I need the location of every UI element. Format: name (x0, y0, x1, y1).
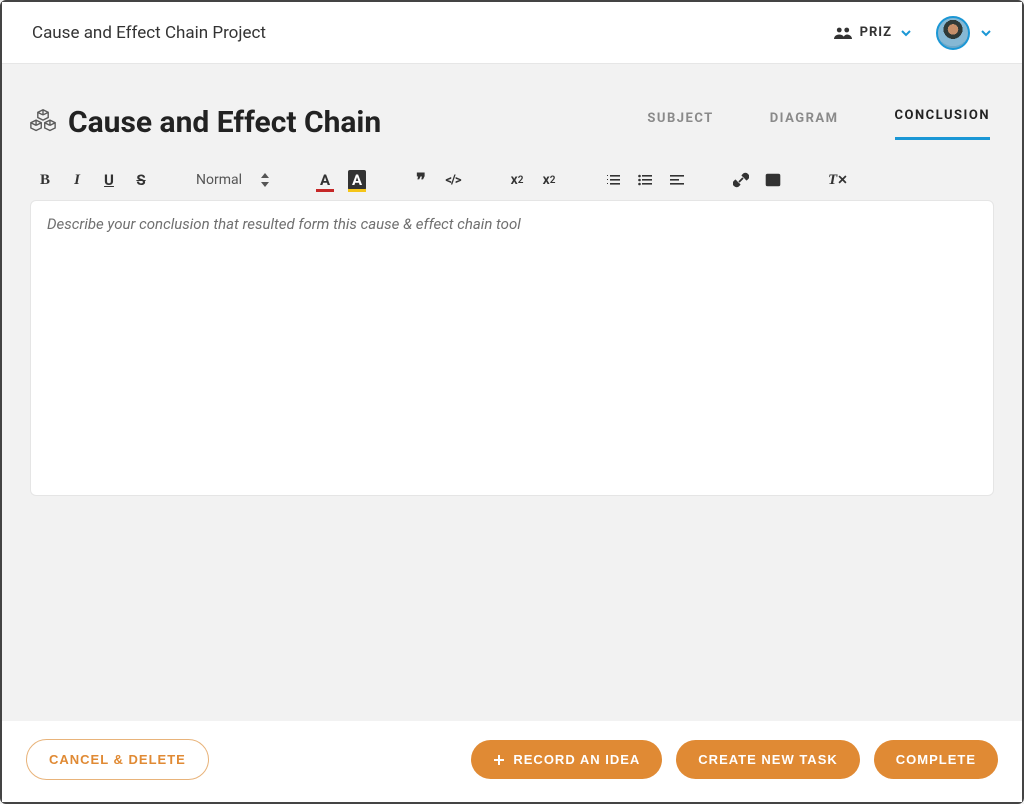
record-idea-label: RECORD AN IDEA (513, 752, 640, 767)
cancel-delete-button[interactable]: CANCEL & DELETE (26, 739, 209, 780)
project-title: Cause and Effect Chain Project (32, 23, 834, 43)
image-icon[interactable] (764, 170, 782, 190)
page-title: Cause and Effect Chain (68, 105, 635, 140)
chevron-down-icon (900, 27, 912, 39)
plus-icon (493, 754, 505, 766)
bold-icon[interactable]: B (36, 170, 54, 190)
editor-placeholder: Describe your conclusion that resulted f… (47, 215, 977, 233)
tab-subject[interactable]: SUBJECT (647, 111, 713, 140)
editor-textarea[interactable]: Describe your conclusion that resulted f… (30, 200, 994, 496)
align-icon[interactable] (668, 170, 686, 190)
workspace-label: PRIZ (860, 25, 892, 40)
avatar (936, 16, 970, 50)
app-header: Cause and Effect Chain Project PRIZ (2, 2, 1022, 64)
tab-bar: SUBJECT DIAGRAM CONCLUSION (647, 84, 990, 140)
strike-icon[interactable]: S (132, 170, 150, 190)
code-icon[interactable]: </> (444, 170, 462, 190)
create-task-button[interactable]: CREATE NEW TASK (676, 740, 859, 779)
superscript-icon[interactable]: x2 (540, 170, 558, 190)
italic-icon[interactable]: I (68, 170, 86, 190)
users-icon (834, 26, 852, 40)
ordered-list-icon[interactable] (604, 170, 622, 190)
workspace-selector[interactable]: PRIZ (834, 25, 912, 40)
record-idea-button[interactable]: RECORD AN IDEA (471, 740, 662, 779)
quote-icon[interactable]: ❞ (412, 170, 430, 190)
format-label: Normal (196, 172, 242, 188)
rich-text-editor: B I U S Normal A A ❞ </> x2 (30, 168, 994, 496)
link-icon[interactable] (732, 170, 750, 190)
unordered-list-icon[interactable] (636, 170, 654, 190)
main-content: Cause and Effect Chain SUBJECT DIAGRAM C… (2, 64, 1022, 496)
user-menu[interactable] (936, 16, 992, 50)
tab-conclusion[interactable]: CONCLUSION (895, 108, 990, 140)
format-select[interactable]: Normal (196, 172, 270, 188)
underline-icon[interactable]: U (100, 170, 118, 190)
text-color-icon[interactable]: A (316, 170, 334, 190)
sort-icon (260, 173, 270, 187)
complete-button[interactable]: COMPLETE (874, 740, 998, 779)
cubes-icon (30, 108, 56, 134)
subscript-icon[interactable]: x2 (508, 170, 526, 190)
chevron-down-icon (980, 27, 992, 39)
clear-format-icon[interactable]: T✕ (828, 170, 848, 190)
editor-toolbar: B I U S Normal A A ❞ </> x2 (30, 168, 994, 200)
footer-actions: CANCEL & DELETE RECORD AN IDEA CREATE NE… (2, 721, 1022, 802)
tab-diagram[interactable]: DIAGRAM (770, 111, 839, 140)
background-color-icon[interactable]: A (348, 170, 366, 190)
page-title-row: Cause and Effect Chain SUBJECT DIAGRAM C… (30, 84, 994, 140)
